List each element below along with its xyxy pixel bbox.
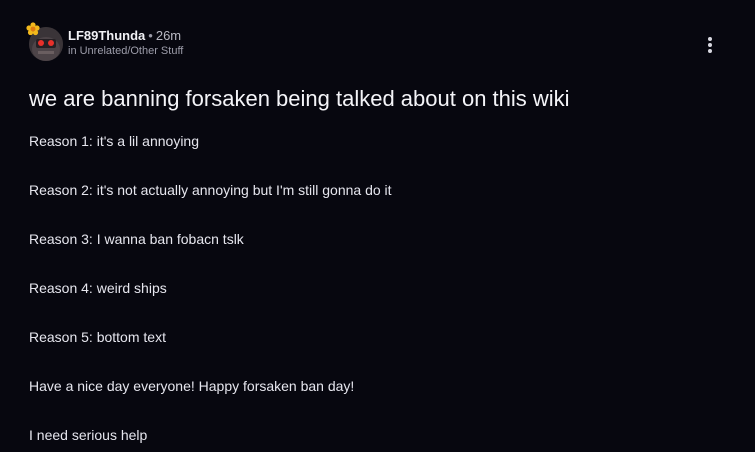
post-title[interactable]: we are banning forsaken being talked abo… xyxy=(29,84,570,114)
post-timestamp: 26m xyxy=(155,28,182,43)
post-paragraph: Reason 1: it's a lil annoying xyxy=(29,133,199,149)
post-paragraph: Reason 3: I wanna ban fobacn tslk xyxy=(29,231,244,247)
post-paragraph: I need serious help xyxy=(29,427,148,443)
post-paragraph: Reason 2: it's not actually annoying but… xyxy=(29,182,392,198)
author-username[interactable]: LF89Thunda xyxy=(68,28,145,43)
meta-separator: • xyxy=(148,28,153,43)
post-paragraph: Reason 5: bottom text xyxy=(29,329,166,345)
more-options-icon[interactable] xyxy=(702,35,718,55)
flower-badge-icon xyxy=(26,22,40,36)
post-paragraph: Have a nice day everyone! Happy forsaken… xyxy=(29,378,355,394)
post-meta: LF89Thunda • 26m in Unrelated/Other Stuff xyxy=(68,28,183,59)
post-category[interactable]: in Unrelated/Other Stuff xyxy=(68,44,183,59)
author-avatar-container[interactable] xyxy=(26,22,66,62)
post-paragraph: Reason 4: weird ships xyxy=(29,280,167,296)
post-card: LF89Thunda • 26m in Unrelated/Other Stuff … xyxy=(0,0,755,452)
post-body: Reason 1: it's a lil annoying Reason 2: … xyxy=(29,131,729,452)
